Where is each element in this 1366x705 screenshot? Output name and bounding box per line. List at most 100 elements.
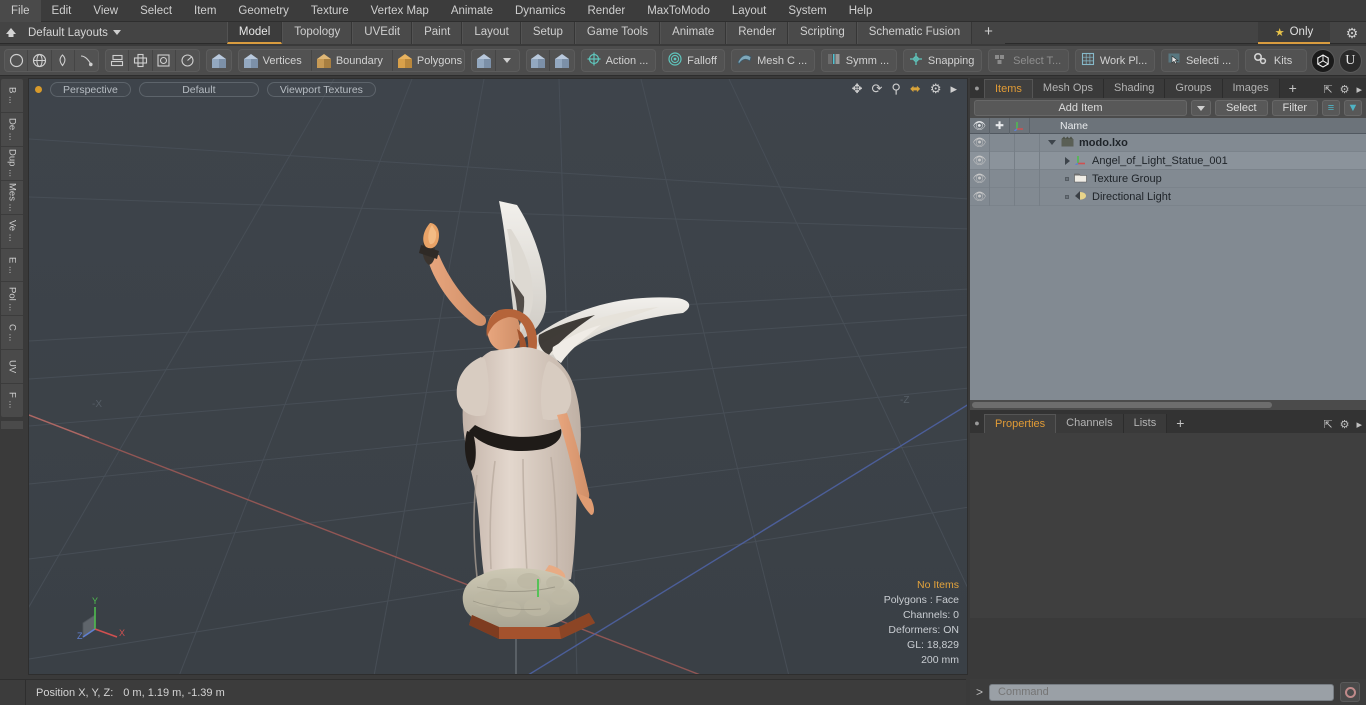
menu-item-dynamics[interactable]: Dynamics (504, 0, 576, 22)
mesh-constraint-button[interactable]: Mesh C ... (732, 50, 814, 71)
row-axis-cell[interactable] (1015, 134, 1040, 152)
rotate-icon[interactable]: ⟳ (871, 82, 882, 95)
modo-icon[interactable] (1311, 48, 1335, 73)
tab-mesh-ops[interactable]: Mesh Ops (1032, 79, 1105, 98)
action-center-button[interactable]: Action ... (582, 50, 656, 71)
menu-item-item[interactable]: Item (183, 0, 227, 22)
panel-drag-knob[interactable]: ● (970, 413, 984, 433)
expand-icon[interactable]: ⇱ (1323, 418, 1332, 431)
pen-icon[interactable] (52, 50, 75, 71)
row-axis-cell[interactable] (1015, 169, 1040, 188)
cube-icon[interactable] (207, 50, 230, 71)
align-icon[interactable] (106, 50, 130, 71)
item-list[interactable]: 👁 modo.lxo 👁 Angel_of_Light_Statue_001 👁… (970, 134, 1366, 400)
tab-uvedit[interactable]: UVEdit (352, 21, 413, 44)
tab-channels[interactable]: Channels (1056, 414, 1124, 433)
home-icon[interactable] (0, 22, 22, 44)
chevron-right-icon[interactable]: ▸ (1356, 418, 1362, 431)
sidebar-tab-mesh[interactable]: Mes ... (1, 181, 23, 215)
gear-icon[interactable]: ⚙ (1342, 24, 1362, 42)
row-lock-cell[interactable] (990, 151, 1015, 170)
snapping-button[interactable]: Snapping (904, 50, 981, 71)
snap-cube-b-icon[interactable] (550, 50, 573, 71)
sidebar-tab-fusion[interactable]: F ... (1, 384, 23, 417)
3d-viewport[interactable]: Perspective Default Viewport Textures ✥ … (28, 78, 968, 675)
curve-icon[interactable] (75, 50, 98, 71)
tab-scripting[interactable]: Scripting (787, 21, 857, 44)
move-icon[interactable]: ✥ (852, 82, 863, 95)
menu-item-render[interactable]: Render (576, 0, 636, 22)
symmetry-button[interactable]: Symm ... (822, 50, 896, 71)
vertices-mode-button[interactable]: Vertices (239, 50, 312, 71)
table-row[interactable]: 👁 Texture Group (970, 169, 1366, 188)
tab-properties[interactable]: Properties (984, 414, 1057, 433)
sidebar-tab-vertex[interactable]: Ve ... (1, 215, 23, 249)
tab-setup[interactable]: Setup (520, 21, 575, 44)
tab-render[interactable]: Render (726, 21, 788, 44)
globe-icon[interactable] (28, 50, 52, 71)
add-properties-tab-button[interactable]: + (1167, 414, 1194, 433)
sidebar-tab-deform[interactable]: De ... (1, 113, 23, 147)
sidebar-tab-command[interactable]: C ... (1, 316, 23, 351)
add-item-button[interactable]: Add Item (974, 100, 1187, 116)
row-visibility-toggle[interactable]: 👁 (970, 151, 990, 170)
zoom-icon[interactable]: ⚲ (891, 82, 901, 95)
item-name-mesh[interactable]: Angel_of_Light_Statue_001 (1040, 154, 1228, 168)
filter-funnel-icon[interactable]: ▼ (1344, 100, 1362, 116)
only-toggle-button[interactable]: ★ Only (1258, 22, 1330, 44)
record-icon[interactable] (1340, 682, 1360, 702)
filter-button[interactable]: Filter (1271, 100, 1318, 116)
tab-model[interactable]: Model (226, 21, 283, 44)
gear-icon[interactable]: ⚙ (930, 82, 942, 95)
tab-lists[interactable]: Lists (1123, 414, 1168, 433)
viewport-display-mode-selector[interactable]: Viewport Textures (266, 82, 376, 97)
menu-item-edit[interactable]: Edit (41, 0, 83, 22)
menu-item-select[interactable]: Select (129, 0, 183, 22)
angel-statue-model[interactable] (29, 79, 968, 675)
collapse-triangle-icon[interactable] (1065, 156, 1070, 165)
menu-item-vertex-map[interactable]: Vertex Map (360, 0, 440, 22)
tab-topology[interactable]: Topology (282, 21, 353, 44)
tab-shading[interactable]: Shading (1104, 79, 1166, 98)
menu-item-system[interactable]: System (777, 0, 837, 22)
menu-item-file[interactable]: File (0, 0, 41, 22)
item-name-texture-group[interactable]: Texture Group (1040, 172, 1162, 186)
selection-set-button[interactable]: Selecti ... (1162, 50, 1238, 71)
menu-item-texture[interactable]: Texture (300, 0, 360, 22)
viewport-projection-selector[interactable]: Perspective (50, 82, 131, 97)
chevron-right-icon[interactable]: ▸ (1356, 83, 1362, 96)
sidebar-tab-duplicate[interactable]: Dup ... (1, 147, 23, 181)
viewport-shading-selector[interactable]: Default (138, 82, 259, 97)
expand-triangle-icon[interactable] (1048, 140, 1056, 145)
status-bar-handle[interactable] (0, 679, 26, 705)
fit-icon[interactable]: ⬌ (910, 82, 921, 95)
left-strip-resize-handle[interactable] (0, 420, 24, 430)
sidebar-tab-polygon[interactable]: Pol ... (1, 282, 23, 317)
tab-layout[interactable]: Layout (462, 21, 521, 44)
tab-groups[interactable]: Groups (1165, 79, 1223, 98)
sidebar-tab-basic[interactable]: B ... (1, 79, 23, 113)
chevron-down-icon[interactable] (496, 50, 519, 71)
menu-item-geometry[interactable]: Geometry (227, 0, 300, 22)
radial-icon[interactable] (176, 50, 199, 71)
scrollbar-thumb[interactable] (972, 402, 1272, 408)
table-row[interactable]: 👁 Directional Light (970, 187, 1366, 206)
tab-schematic-fusion[interactable]: Schematic Fusion (856, 21, 973, 44)
list-options-icon[interactable]: ≡ (1322, 100, 1340, 116)
tab-animate[interactable]: Animate (660, 21, 727, 44)
row-lock-cell[interactable] (990, 134, 1015, 152)
unreal-icon[interactable]: U (1338, 48, 1362, 73)
falloff-button[interactable]: Falloff (663, 50, 724, 71)
tab-images[interactable]: Images (1222, 79, 1280, 98)
item-name-directional-light[interactable]: Directional Light (1040, 190, 1171, 204)
polygons-mode-button[interactable]: Polygons (393, 50, 464, 71)
boundary-mode-button[interactable]: Boundary (312, 50, 393, 71)
select-through-button[interactable]: Select T... (989, 50, 1068, 71)
center-icon[interactable] (129, 50, 153, 71)
row-visibility-toggle[interactable]: 👁 (970, 134, 990, 152)
table-row[interactable]: 👁 modo.lxo (970, 134, 1366, 152)
work-plane-button[interactable]: Work Pl... (1076, 50, 1154, 71)
row-visibility-toggle[interactable]: 👁 (970, 187, 990, 206)
sidebar-tab-uv[interactable]: UV (1, 350, 23, 385)
gear-icon[interactable]: ⚙ (1340, 418, 1350, 431)
